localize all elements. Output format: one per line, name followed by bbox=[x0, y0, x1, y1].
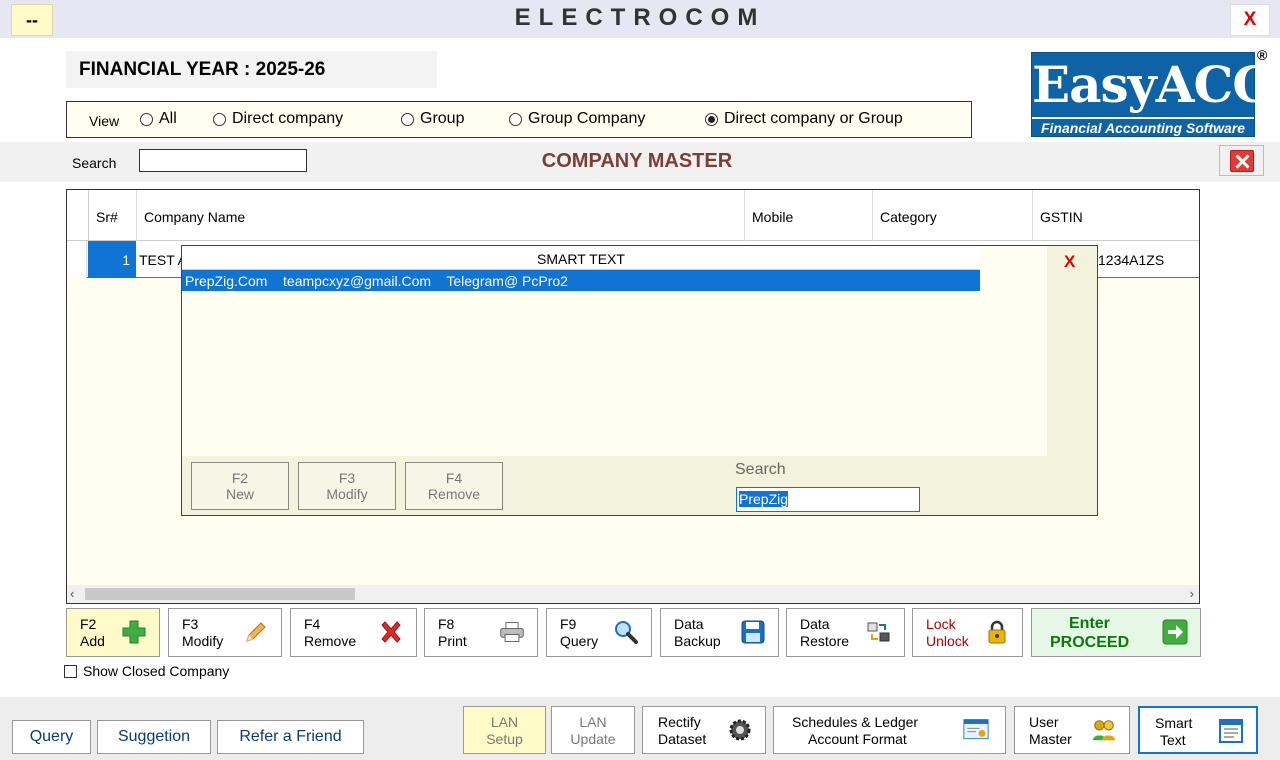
smart-text-list: SMART TEXT PrepZig.Com teampcxyz@gmail.C… bbox=[182, 246, 1047, 456]
search-value: PrepZig bbox=[739, 491, 789, 507]
view-filter: View All Direct company Group Group Comp… bbox=[66, 101, 972, 138]
logo-main-text: EasyACC bbox=[1032, 55, 1272, 114]
financial-year-label: FINANCIAL YEAR : 2025-26 bbox=[66, 51, 437, 88]
restore-icon bbox=[866, 619, 892, 645]
col-mobile[interactable]: Mobile bbox=[744, 190, 872, 241]
checkbox-label: Show Closed Company bbox=[83, 663, 230, 679]
button-key: F2 bbox=[80, 616, 97, 632]
col-category[interactable]: Category bbox=[872, 190, 1032, 241]
radio-dot[interactable] bbox=[705, 112, 718, 126]
view-radio-group-company[interactable]: Group Company bbox=[509, 110, 645, 128]
remove-button[interactable]: F4 Remove bbox=[290, 608, 417, 657]
smart-text-dialog: SMART TEXT PrepZig.Com teampcxyz@gmail.C… bbox=[181, 245, 1098, 516]
arrow-right-icon bbox=[1162, 619, 1188, 645]
view-radio-direct-company[interactable]: Direct company bbox=[213, 110, 343, 128]
data-backup-button[interactable]: Data Backup bbox=[660, 608, 779, 657]
button-line-2: Update bbox=[570, 731, 616, 747]
horizontal-scrollbar[interactable]: ‹ › bbox=[67, 585, 1199, 603]
scroll-left-icon[interactable]: ‹ bbox=[70, 586, 74, 601]
col-sr[interactable]: Sr# bbox=[88, 190, 136, 241]
cell-sr[interactable]: 1 bbox=[88, 241, 136, 278]
page-title: COMPANY MASTER bbox=[541, 150, 733, 172]
view-radio-all[interactable]: All bbox=[140, 110, 177, 128]
close-dialog-button[interactable]: X bbox=[1064, 252, 1075, 272]
smart-text-search-label: Search bbox=[735, 461, 786, 478]
scroll-right-icon[interactable]: › bbox=[1190, 586, 1194, 601]
refer-friend-button[interactable]: Refer a Friend bbox=[217, 720, 364, 754]
proceed-button[interactable]: Enter PROCEED bbox=[1031, 608, 1201, 657]
logo-subtitle: Financial Accounting Software bbox=[1032, 117, 1254, 136]
view-radio-direct-company-or-group[interactable]: Direct company or Group bbox=[705, 110, 903, 128]
close-page-button[interactable] bbox=[1219, 145, 1264, 176]
button-line-1: LAN bbox=[579, 714, 607, 730]
print-button[interactable]: F8 Print bbox=[424, 608, 538, 657]
button-key: F4 bbox=[445, 470, 463, 486]
button-line-1: LAN bbox=[490, 714, 519, 730]
grid-header: Sr# Company Name Mobile Category GSTIN bbox=[67, 190, 1199, 241]
registered-mark: ® bbox=[1257, 47, 1268, 63]
radio-label: All bbox=[159, 110, 177, 127]
rectify-dataset-button[interactable]: Rectify Dataset bbox=[642, 706, 766, 754]
x-icon bbox=[378, 619, 404, 645]
col-company-name[interactable]: Company Name bbox=[136, 190, 744, 241]
add-button[interactable]: F2 Add bbox=[66, 608, 160, 657]
lock-unlock-button[interactable]: Lock Unlock bbox=[912, 608, 1023, 657]
button-key: F2 bbox=[231, 470, 249, 486]
floppy-icon bbox=[740, 619, 766, 645]
radio-label: Group Company bbox=[528, 110, 646, 127]
col-gstin[interactable]: GSTIN bbox=[1032, 190, 1199, 241]
gear-icon bbox=[727, 717, 753, 743]
smart-text-title: SMART TEXT bbox=[182, 246, 980, 270]
pencil-icon bbox=[243, 619, 269, 645]
show-closed-company-checkbox[interactable]: Show Closed Company bbox=[64, 663, 229, 679]
app-title: ELECTROCOM bbox=[514, 4, 766, 31]
modify-button[interactable]: F3 Modify bbox=[168, 608, 282, 657]
radio-dot[interactable] bbox=[509, 112, 522, 126]
cell-gstin[interactable]: 1234A1ZS bbox=[1098, 252, 1164, 268]
button-label: New bbox=[225, 486, 254, 502]
notepad-icon bbox=[1218, 718, 1244, 744]
printer-icon bbox=[499, 619, 525, 645]
scroll-thumb[interactable] bbox=[85, 588, 355, 600]
data-restore-button[interactable]: Data Restore bbox=[786, 608, 905, 657]
easyacc-logo: EasyACC Financial Accounting Software bbox=[1031, 52, 1272, 137]
radio-label: Direct company or Group bbox=[724, 110, 903, 127]
button-line-2: Setup bbox=[486, 731, 523, 747]
radio-label: Group bbox=[420, 110, 465, 127]
query-button[interactable]: F9 Query bbox=[546, 608, 652, 657]
button-label: Add bbox=[80, 633, 105, 649]
padlock-icon bbox=[984, 619, 1010, 645]
query-link-button[interactable]: Query bbox=[12, 720, 91, 754]
smart-text-remove-button[interactable]: F4 Remove bbox=[405, 462, 503, 510]
close-app-button[interactable]: X bbox=[1230, 4, 1270, 36]
smart-text-row[interactable]: PrepZig.Com teampcxyz@gmail.Com Telegram… bbox=[182, 270, 980, 291]
checkbox-box[interactable] bbox=[64, 664, 77, 678]
cell-company-name[interactable]: TEST A bbox=[139, 252, 187, 268]
radio-dot[interactable] bbox=[140, 112, 153, 126]
radio-dot[interactable] bbox=[213, 112, 226, 126]
close-icon bbox=[1229, 149, 1254, 172]
suggestion-button[interactable]: Suggetion bbox=[97, 720, 211, 754]
schedules-ledger-button[interactable]: Schedules & Ledger Account Format bbox=[773, 706, 1006, 754]
user-master-button[interactable]: User Master bbox=[1014, 706, 1130, 754]
certificate-icon bbox=[963, 717, 989, 743]
view-radio-group[interactable]: Group bbox=[401, 110, 464, 128]
radio-label: Direct company bbox=[232, 110, 344, 127]
button-key: F3 bbox=[338, 470, 356, 486]
users-icon bbox=[1091, 717, 1117, 743]
smart-text-button[interactable]: Smart Text bbox=[1138, 706, 1258, 754]
button-label: Remove bbox=[427, 486, 481, 502]
button-label: Modify bbox=[326, 486, 368, 502]
radio-dot[interactable] bbox=[401, 112, 414, 126]
smart-text-search-input[interactable]: PrepZig bbox=[736, 487, 920, 512]
plus-icon bbox=[121, 619, 147, 645]
smart-text-modify-button[interactable]: F3 Modify bbox=[298, 462, 396, 510]
magnifier-icon bbox=[613, 619, 639, 645]
lan-setup-button[interactable]: LAN Setup bbox=[463, 706, 546, 754]
row-selector[interactable] bbox=[67, 241, 87, 278]
lan-update-button[interactable]: LAN Update bbox=[551, 706, 635, 754]
smart-text-new-button[interactable]: F2 New bbox=[191, 462, 289, 510]
view-label: View bbox=[89, 113, 120, 129]
